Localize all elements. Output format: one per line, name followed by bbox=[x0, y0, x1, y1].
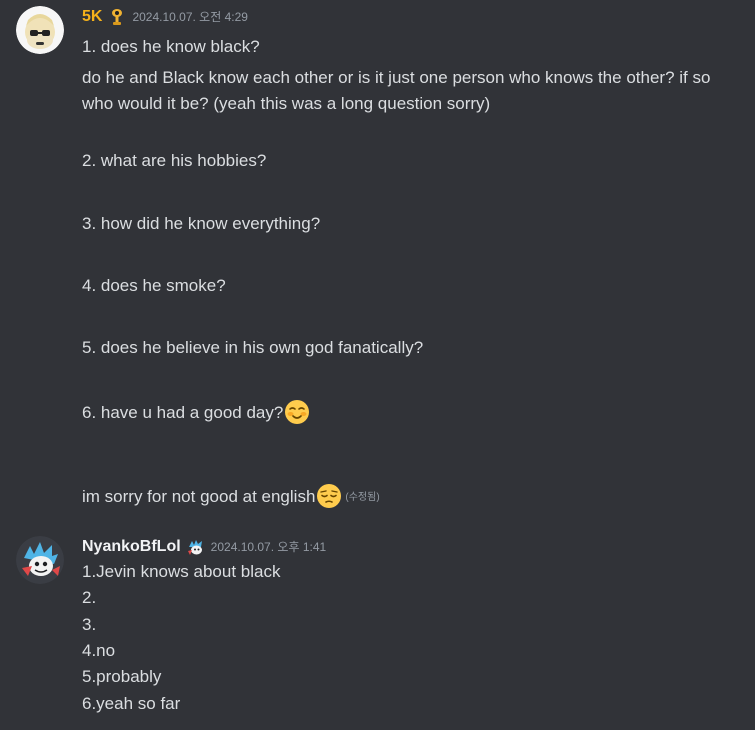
message-line: 5.probably bbox=[82, 667, 162, 686]
message-line: 4.no bbox=[82, 641, 116, 660]
username[interactable]: NyankoBfLol bbox=[82, 536, 181, 558]
edited-label: (수정됨) bbox=[345, 492, 380, 503]
message-line: 1. does he know black? bbox=[82, 37, 260, 56]
message-text: im sorry for not good at english bbox=[82, 487, 316, 506]
message-line: 2. what are his hobbies? bbox=[82, 151, 267, 170]
message-line: 6.yeah so far bbox=[82, 694, 181, 713]
message-line: do he and Black know each other or is it… bbox=[82, 68, 711, 113]
timestamp[interactable]: 2024.10.07. 오전 4:29 bbox=[132, 6, 248, 28]
timestamp[interactable]: 2024.10.07. 오후 1:41 bbox=[211, 536, 327, 558]
avatar[interactable] bbox=[16, 536, 64, 584]
message-group: NyankoBfLol 2024.10.07. 오후 1:41 1.Jevin … bbox=[0, 530, 755, 730]
message-line-with-emoji: im sorry for not good at english (수정됨) bbox=[82, 483, 380, 509]
avatar-image bbox=[16, 6, 64, 54]
pensive-face-emoji-icon[interactable] bbox=[316, 483, 342, 509]
message-header: 5K 2024.10.07. 오전 4:29 bbox=[82, 6, 248, 28]
message-line: 3. how did he know everything? bbox=[82, 214, 321, 233]
avatar[interactable] bbox=[16, 6, 64, 54]
character-badge-icon bbox=[187, 538, 205, 556]
smiling-blush-emoji-icon[interactable] bbox=[284, 399, 310, 425]
username[interactable]: 5K bbox=[82, 6, 102, 28]
message-group: 5K 2024.10.07. 오전 4:29 1. does he know b… bbox=[0, 0, 755, 520]
message-header: NyankoBfLol 2024.10.07. 오후 1:41 bbox=[82, 536, 326, 558]
trophy-icon bbox=[108, 8, 126, 26]
avatar-image bbox=[16, 536, 64, 584]
message-line: 2. bbox=[82, 588, 97, 607]
message-line-with-emoji: 6. have u had a good day? bbox=[82, 399, 310, 425]
message-line: 4. does he smoke? bbox=[82, 276, 226, 295]
message-line: 3. bbox=[82, 615, 97, 634]
message-text: 6. have u had a good day? bbox=[82, 403, 284, 422]
message-line: 5. does he believe in his own god fanati… bbox=[82, 338, 424, 357]
message-line: 1.Jevin knows about black bbox=[82, 562, 281, 581]
